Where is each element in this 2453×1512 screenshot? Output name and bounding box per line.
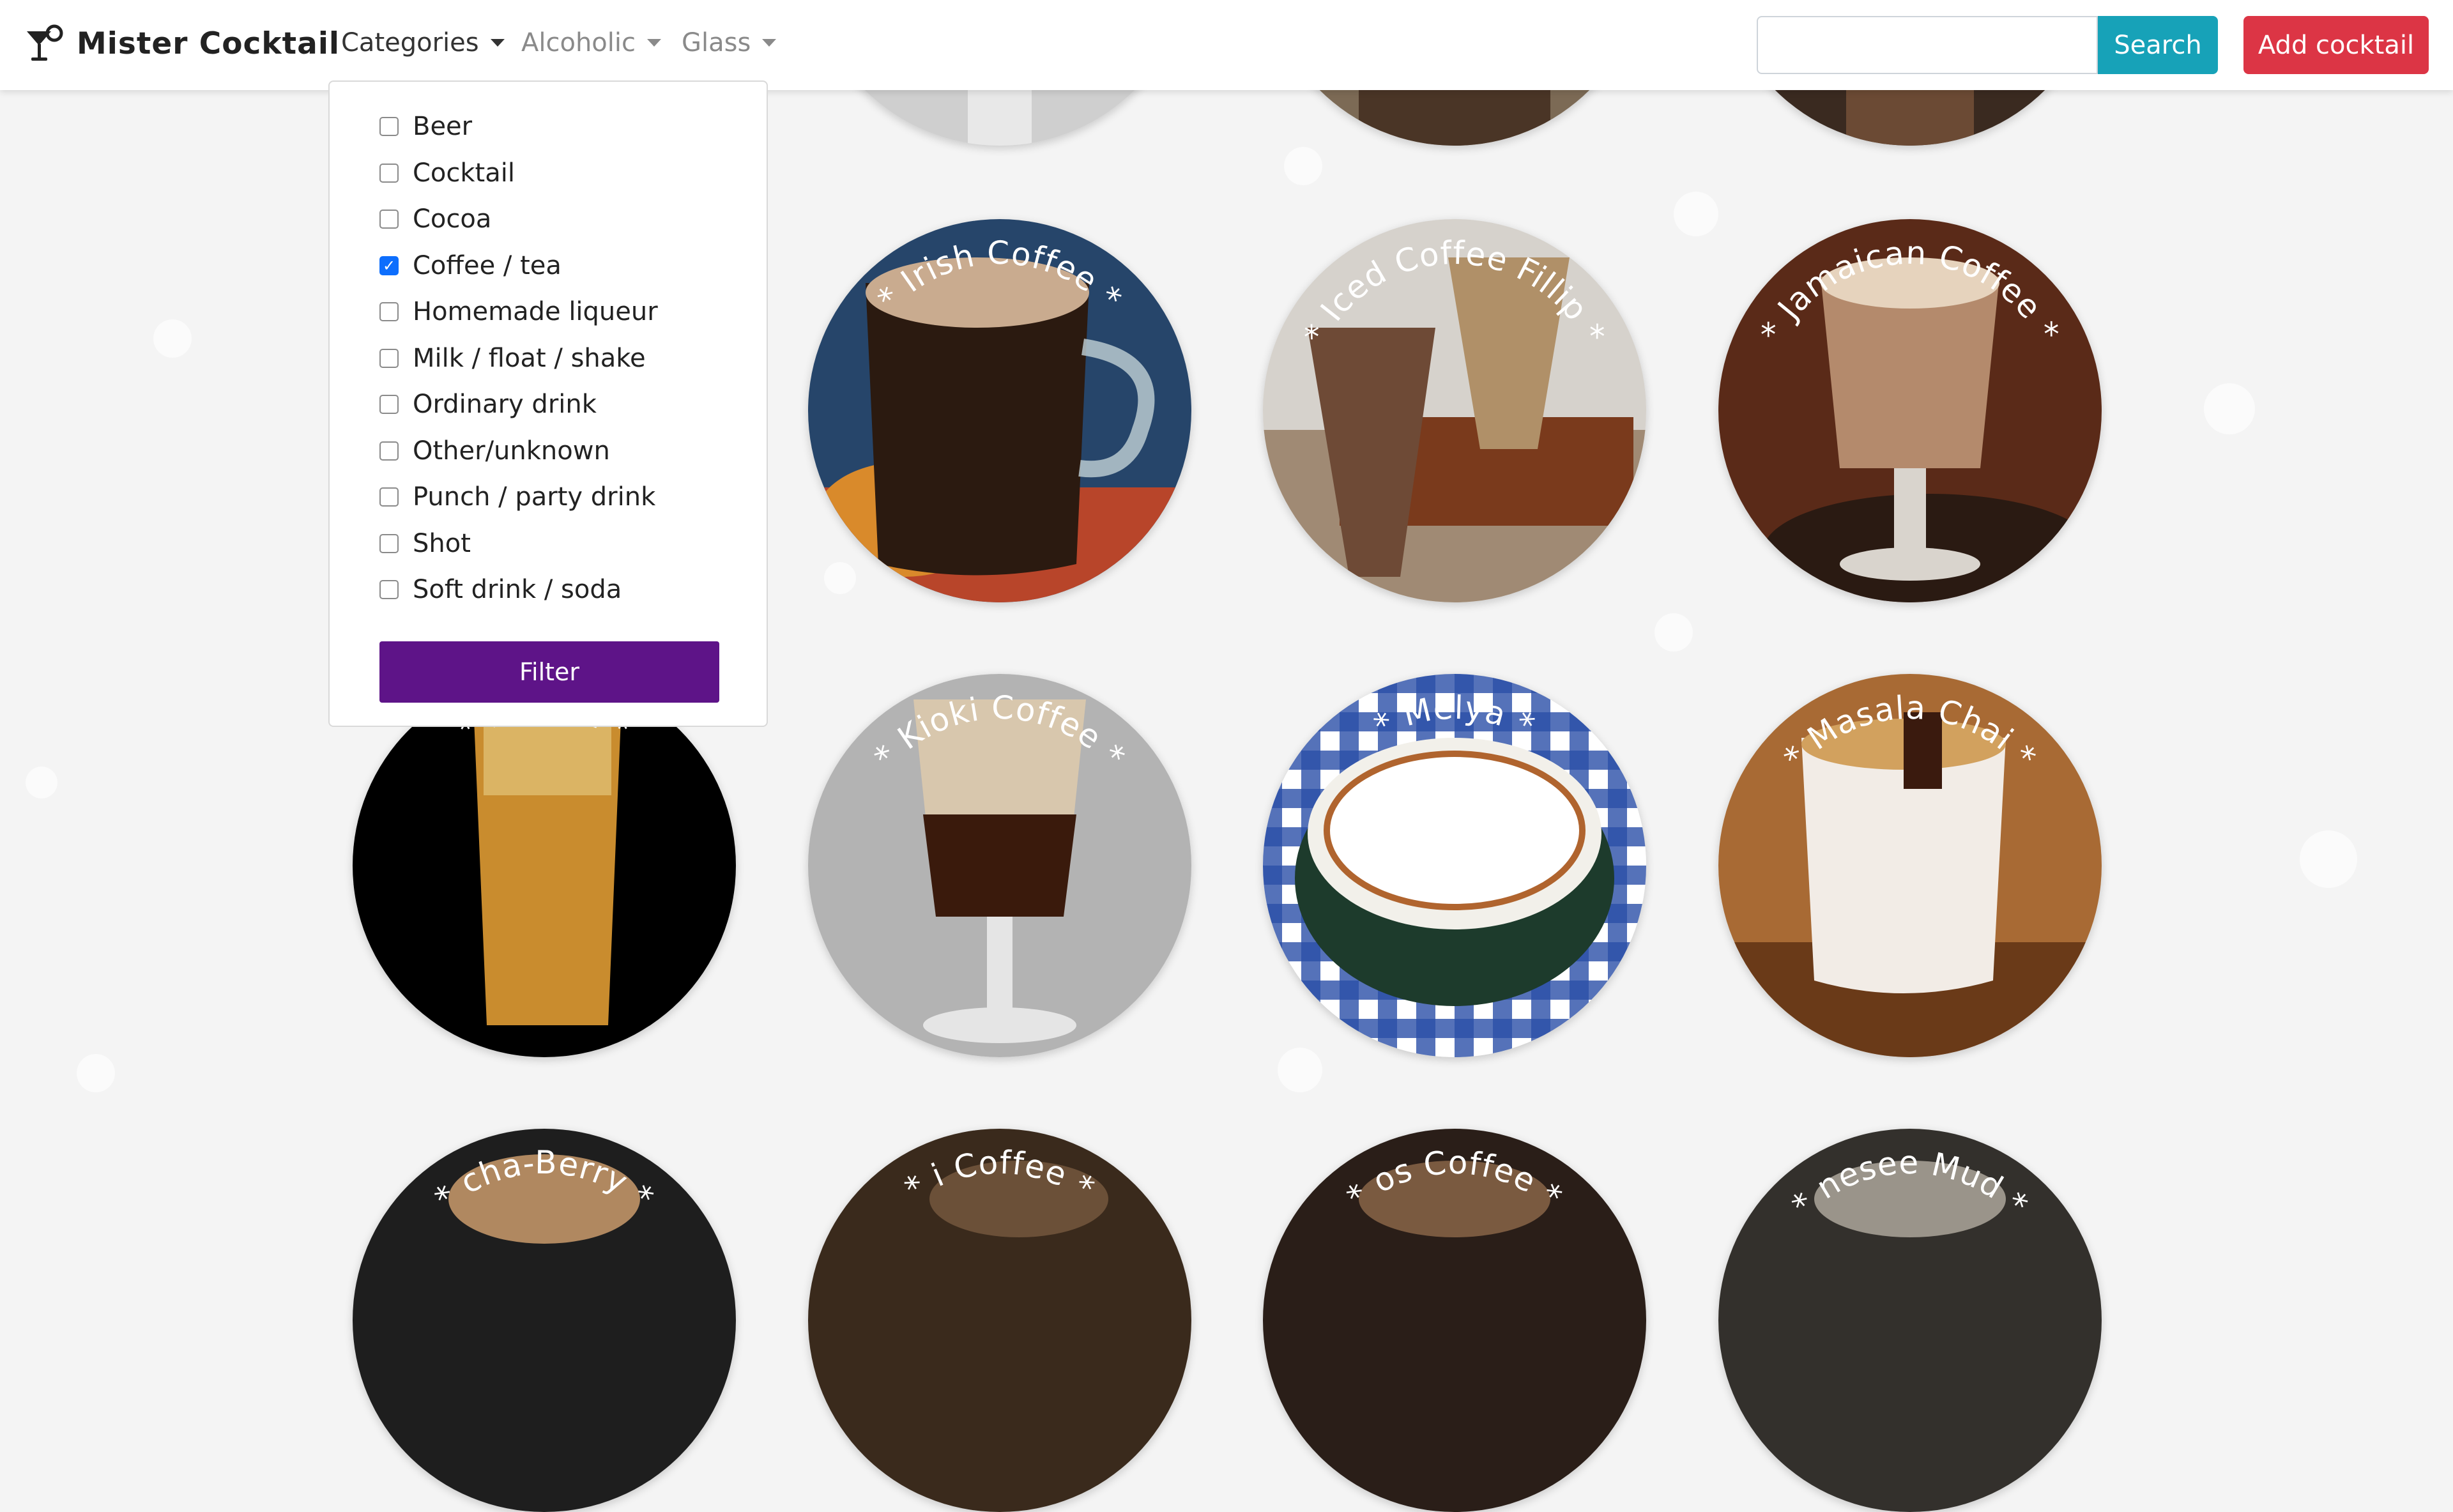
cocktail-image: * i Coffee *: [808, 1129, 1191, 1512]
category-option-punch-party-drink[interactable]: Punch / party drink: [379, 478, 655, 516]
search-input[interactable]: [1757, 16, 2098, 74]
category-label: Punch / party drink: [413, 482, 656, 512]
filter-button[interactable]: Filter: [379, 641, 719, 703]
cocktail-card[interactable]: * Irish Coffee *: [808, 219, 1191, 602]
cocktail-image: * Kioki Coffee *: [808, 674, 1191, 1057]
brand-link[interactable]: Mister Cocktail: [24, 21, 340, 66]
cocktail-image: * Kurant *: [353, 674, 736, 1057]
cocktail-image: * Masala Chai *: [1718, 674, 2102, 1057]
cocktail-card[interactable]: * Melya *: [1263, 674, 1646, 1057]
add-cocktail-button[interactable]: Add cocktail: [2243, 16, 2429, 74]
category-label: Cocktail: [413, 158, 515, 188]
category-option-homemade-liqueur[interactable]: Homemade liqueur: [379, 293, 658, 331]
category-label: Coffee / tea: [413, 251, 562, 280]
category-checkbox[interactable]: [379, 580, 399, 599]
cocktail-image: * os Coffee *: [1263, 1129, 1646, 1512]
cocktail-card[interactable]: * os Coffee *: [1263, 1129, 1646, 1512]
category-checkbox[interactable]: [379, 349, 399, 368]
category-label: Milk / float / shake: [413, 344, 646, 373]
caret-down-icon: [490, 39, 505, 47]
category-label: Ordinary drink: [413, 390, 597, 419]
category-checkbox[interactable]: [379, 487, 399, 507]
category-checkbox[interactable]: [379, 441, 399, 461]
cocktail-image: * cha-Berry *: [353, 1129, 736, 1512]
brand-name: Mister Cocktail: [77, 26, 340, 61]
category-label: Shot: [413, 529, 471, 558]
bokeh-dot: [1674, 192, 1718, 236]
category-label: Cocoa: [413, 204, 492, 234]
bokeh-dot: [1284, 147, 1322, 185]
category-option-milk-float-shake[interactable]: Milk / float / shake: [379, 339, 646, 378]
category-option-cocktail[interactable]: Cocktail: [379, 154, 515, 192]
category-option-shot[interactable]: Shot: [379, 524, 471, 563]
search-button[interactable]: Search: [2098, 16, 2218, 74]
cocktail-card[interactable]: * Iced Coffee Fillip *: [1263, 219, 1646, 602]
categories-dropdown-toggle[interactable]: Categories: [341, 28, 505, 57]
cocktail-image: * nesee Mud *: [1718, 1129, 2102, 1512]
cocktail-card[interactable]: * Masala Chai *: [1718, 674, 2102, 1057]
category-label: Other/unknown: [413, 436, 610, 466]
cocktail-card[interactable]: * Kurant *: [353, 674, 736, 1057]
alcoholic-dropdown-toggle[interactable]: Alcoholic: [521, 28, 661, 57]
bokeh-dot: [77, 1054, 115, 1092]
category-checkbox[interactable]: [379, 210, 399, 229]
glass-dropdown-toggle[interactable]: Glass: [682, 28, 777, 57]
category-option-coffee-tea[interactable]: ✓ Coffee / tea: [379, 247, 562, 285]
category-label: Homemade liqueur: [413, 297, 658, 326]
caret-down-icon: [646, 39, 661, 47]
navbar: Mister Cocktail Categories Alcoholic Gla…: [0, 0, 2453, 90]
cocktail-card[interactable]: * cha-Berry *: [353, 1129, 736, 1512]
cocktail-card[interactable]: * Jamaican Coffee *: [1718, 219, 2102, 602]
cocktail-image: * Jamaican Coffee *: [1718, 219, 2102, 602]
category-checkbox[interactable]: [379, 534, 399, 553]
cocktail-card[interactable]: * nesee Mud *: [1718, 1129, 2102, 1512]
category-label: Beer: [413, 112, 473, 141]
category-checkbox[interactable]: ✓: [379, 256, 399, 275]
cocktail-card[interactable]: * Kioki Coffee *: [808, 674, 1191, 1057]
category-option-soft-drink-soda[interactable]: Soft drink / soda: [379, 570, 622, 609]
bokeh-dot: [1654, 613, 1693, 652]
bokeh-dot: [2300, 830, 2357, 888]
cocktail-glass-icon: [27, 24, 63, 61]
category-option-ordinary-drink[interactable]: Ordinary drink: [379, 385, 597, 424]
category-checkbox[interactable]: [379, 395, 399, 414]
caret-down-icon: [762, 39, 777, 47]
cocktail-image: * Melya *: [1263, 674, 1646, 1057]
bokeh-dot: [26, 767, 57, 798]
category-checkbox[interactable]: [379, 117, 399, 136]
cocktail-image: * Irish Coffee *: [808, 219, 1191, 602]
category-option-other-unknown[interactable]: Other/unknown: [379, 432, 610, 470]
category-option-beer[interactable]: Beer: [379, 107, 472, 146]
cocktail-card[interactable]: * i Coffee *: [808, 1129, 1191, 1512]
category-checkbox[interactable]: [379, 164, 399, 183]
bokeh-dot: [153, 319, 192, 358]
categories-dropdown-menu: Beer Cocktail Cocoa ✓ Coffee / tea Homem…: [328, 80, 768, 727]
category-checkbox[interactable]: [379, 302, 399, 321]
categories-label: Categories: [341, 28, 479, 57]
category-option-cocoa[interactable]: Cocoa: [379, 200, 491, 238]
bokeh-dot: [2204, 383, 2255, 434]
cocktail-image: * Iced Coffee Fillip *: [1263, 219, 1646, 602]
category-label: Soft drink / soda: [413, 575, 622, 604]
glass-label: Glass: [682, 28, 751, 57]
alcoholic-label: Alcoholic: [521, 28, 636, 57]
